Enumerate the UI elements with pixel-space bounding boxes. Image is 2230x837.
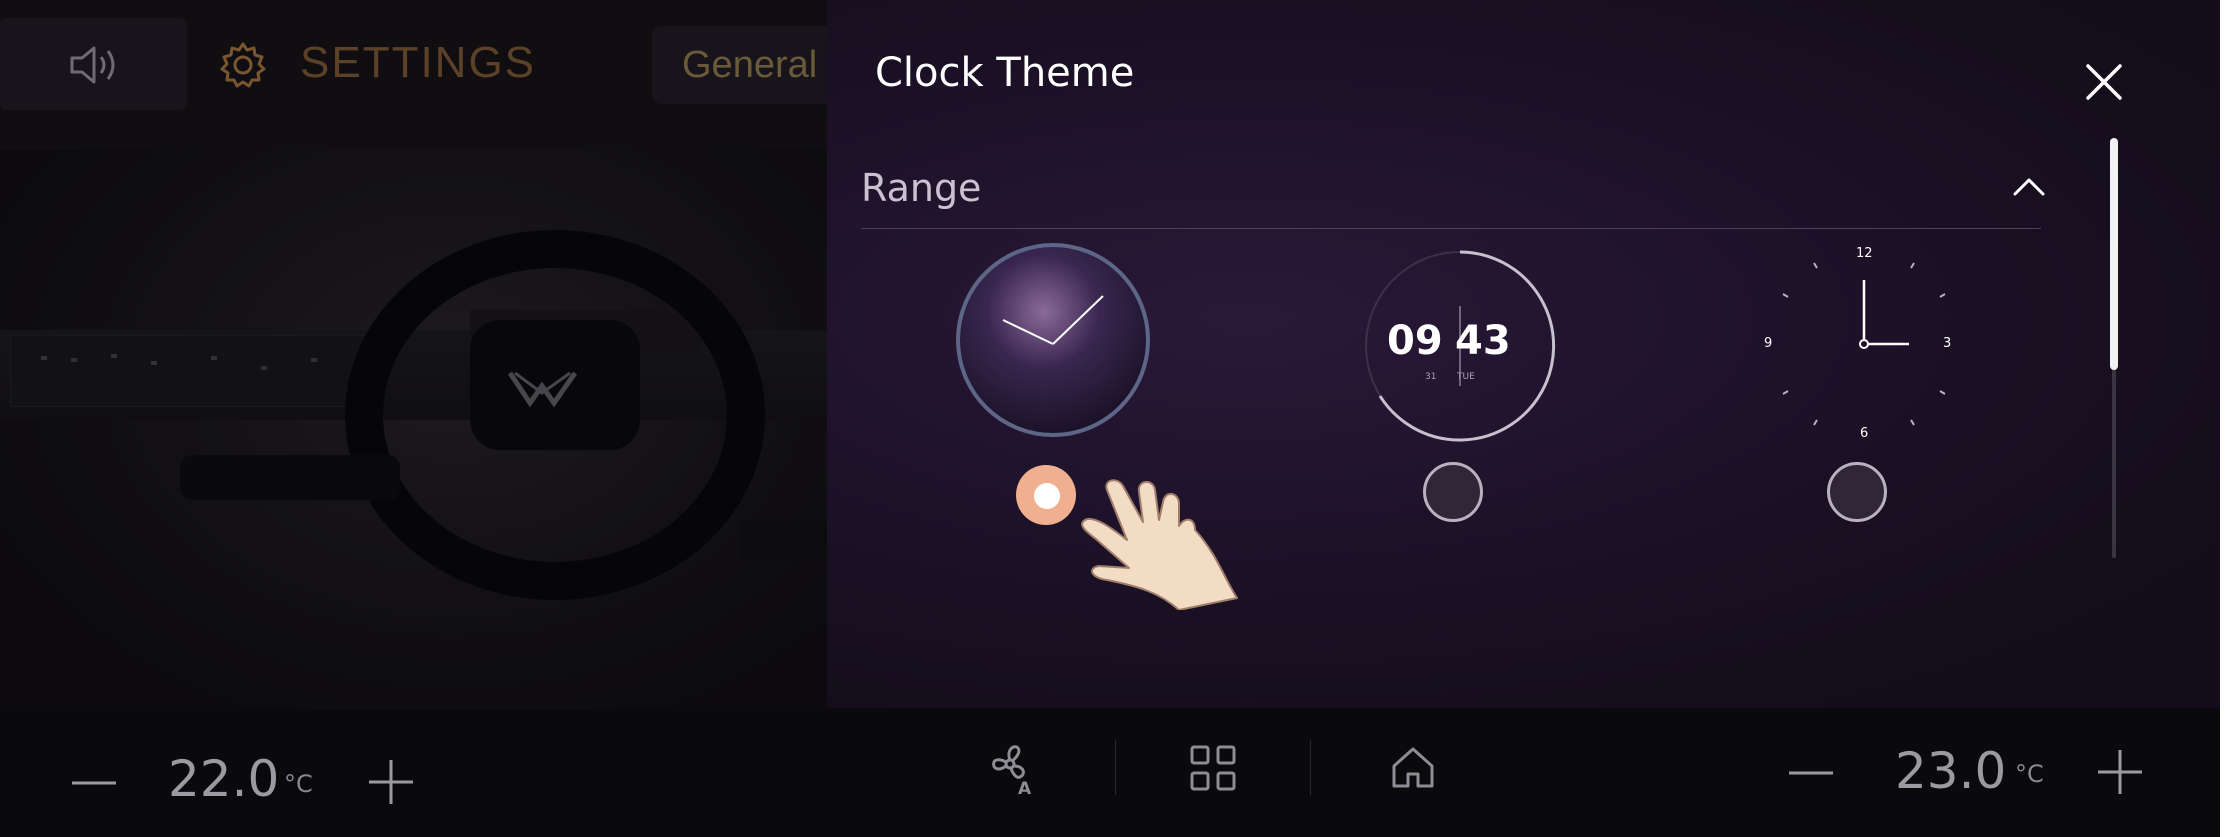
apps-grid-button[interactable] xyxy=(1190,745,1236,791)
left-temp-increase-button[interactable] xyxy=(367,758,415,806)
numeral-6: 6 xyxy=(1860,426,1869,441)
apps-grid-icon xyxy=(1190,745,1236,791)
right-temp-unit: °C xyxy=(2015,760,2044,788)
dock-separator xyxy=(1310,740,1311,795)
plus-icon xyxy=(2098,750,2142,794)
digital-date: 31 xyxy=(1425,372,1437,382)
chevron-up-icon[interactable] xyxy=(2009,168,2049,208)
fan-auto-button[interactable]: A xyxy=(988,742,1044,798)
clock-theme-analog-minimal[interactable] xyxy=(1764,244,1964,444)
volume-button[interactable] xyxy=(0,18,187,110)
close-button[interactable] xyxy=(2082,60,2126,104)
dock-separator xyxy=(1115,740,1116,795)
digital-minute: 43 xyxy=(1455,318,1511,364)
plus-icon xyxy=(369,760,413,804)
home-button[interactable] xyxy=(1390,744,1436,790)
tab-general[interactable]: General xyxy=(652,26,827,104)
numeral-3: 3 xyxy=(1943,336,1952,351)
numeral-9: 9 xyxy=(1764,336,1773,351)
hand-pointer-icon xyxy=(1081,479,1238,610)
home-icon xyxy=(1392,747,1434,788)
radio-analog-minimal[interactable] xyxy=(1827,462,1887,522)
clock-theme-analog-glow[interactable] xyxy=(953,240,1153,440)
numeral-12: 12 xyxy=(1856,246,1873,261)
fan-auto-icon xyxy=(992,745,1025,779)
frame-edge xyxy=(2220,0,2230,837)
right-temp-increase-button[interactable] xyxy=(2096,748,2144,796)
radio-digital[interactable] xyxy=(1423,462,1483,522)
screen: SETTINGS General Clock Theme Range 09 43… xyxy=(0,0,2230,837)
range-section-header[interactable]: Range xyxy=(861,160,2045,229)
right-temp-decrease-button[interactable] xyxy=(1787,758,1835,788)
right-temp-value: 23.0 xyxy=(1895,742,2007,800)
left-temp-unit: °C xyxy=(284,770,313,798)
dialog-title: Clock Theme xyxy=(875,50,1135,96)
section-label: Range xyxy=(861,166,982,210)
left-temp-decrease-button[interactable] xyxy=(70,768,118,798)
tab-general-label: General xyxy=(682,44,818,86)
speaker-icon xyxy=(70,46,115,84)
settings-title: SETTINGS xyxy=(300,38,537,87)
scrollbar-thumb[interactable] xyxy=(2110,138,2118,370)
left-temp-value: 22.0 xyxy=(168,750,280,808)
close-icon xyxy=(2086,64,2122,100)
clock-theme-dialog: Clock Theme Range 09 43 31 TUE 12 3 6 9 xyxy=(827,0,2230,708)
settings-background: SETTINGS General xyxy=(0,0,827,710)
svg-text:A: A xyxy=(1018,779,1032,798)
digital-hour: 09 xyxy=(1387,318,1443,364)
digital-day: TUE xyxy=(1457,372,1475,382)
gear-icon xyxy=(220,42,266,88)
